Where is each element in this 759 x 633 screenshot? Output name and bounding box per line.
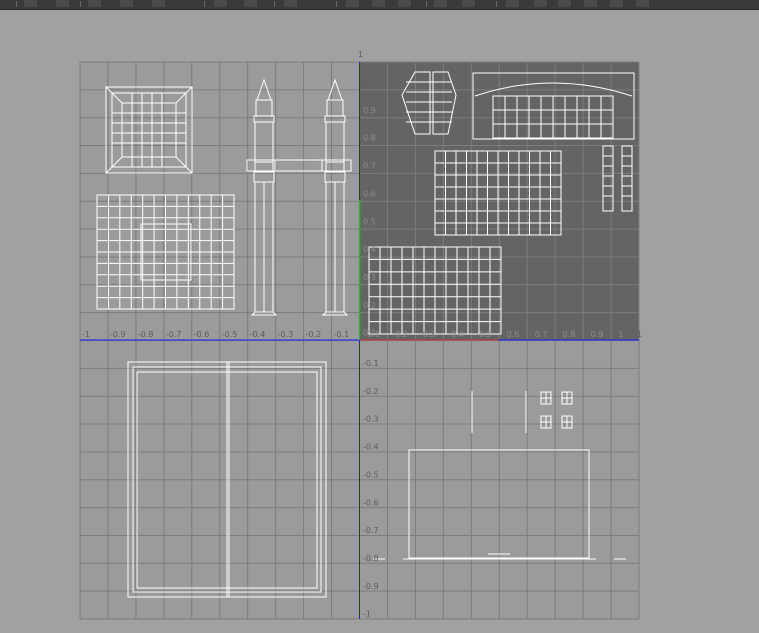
axis-tick-label: 0.9 bbox=[591, 330, 604, 339]
axis-tick-label: 0.3 bbox=[363, 273, 376, 282]
axis-tick-label: 0.4 bbox=[363, 245, 376, 254]
axis-tick-label: 0.9 bbox=[363, 106, 376, 115]
axis-tick-label: -0.7 bbox=[363, 526, 379, 535]
axis-tick-label: 0.8 bbox=[563, 330, 576, 339]
axis-tick-label: 0.2 bbox=[363, 301, 376, 310]
axis-tick-label: 0.6 bbox=[507, 330, 520, 339]
toolbar-separator bbox=[496, 1, 497, 7]
axis-tick-label: -1 bbox=[82, 330, 90, 339]
toolbar-separator bbox=[16, 1, 17, 7]
axis-tick-label: -0.4 bbox=[363, 443, 379, 452]
uv-layout-icon[interactable] bbox=[88, 0, 101, 7]
axis-tick-label: 0.7 bbox=[363, 162, 376, 171]
axis-tick-label: -0.3 bbox=[363, 415, 379, 424]
uv-move-icon[interactable] bbox=[56, 0, 69, 7]
axis-tick-label: 0.5 bbox=[363, 217, 376, 226]
uv-border-icon[interactable] bbox=[534, 0, 547, 7]
axis-tick-label: 1 bbox=[637, 330, 642, 339]
axis-tick-label: -0.7 bbox=[166, 330, 182, 339]
toolbar-separator bbox=[80, 1, 81, 7]
uv-align-icon[interactable] bbox=[244, 0, 257, 7]
uv-texture-icon[interactable] bbox=[506, 0, 519, 7]
uv-ramp-icon[interactable] bbox=[434, 0, 447, 7]
axis-tick-label: -0.6 bbox=[194, 330, 210, 339]
axis-tick-label: -0.6 bbox=[363, 498, 379, 507]
toolbar-separator bbox=[204, 1, 205, 7]
toolbar-separator bbox=[336, 1, 337, 7]
axis-tick-label: 0.4 bbox=[451, 330, 464, 339]
axis-tick-label: 1 bbox=[358, 50, 363, 59]
axis-tick-label: -1 bbox=[363, 610, 371, 619]
axis-tick-label: -0.8 bbox=[363, 554, 379, 563]
uv-flip-v-icon[interactable] bbox=[152, 0, 165, 7]
uv-dim-icon[interactable] bbox=[558, 0, 571, 7]
uv-flip-u-icon[interactable] bbox=[120, 0, 133, 7]
uv-unfold-icon[interactable] bbox=[214, 0, 227, 7]
axis-tick-label: -0.5 bbox=[222, 330, 238, 339]
axis-tick-label: -0.2 bbox=[306, 330, 322, 339]
axis-tick-label: -0.5 bbox=[363, 470, 379, 479]
axis-tick-label: -0.3 bbox=[278, 330, 294, 339]
toolbar-separator bbox=[274, 1, 275, 7]
uv-texture-editor[interactable]: -1 -0.9 -0.8 -0.7 -0.6 -0.5 -0.4 -0.3 -0.2 -0.1 0.… bbox=[0, 10, 759, 633]
axis-tick-label: -0.8 bbox=[138, 330, 154, 339]
uv-render-icon[interactable] bbox=[462, 0, 475, 7]
axis-tick-label: 0.7 bbox=[535, 330, 548, 339]
axis-tick-label: -0.1 bbox=[334, 330, 350, 339]
uv-viewport[interactable]: -1 -0.9 -0.8 -0.7 -0.6 -0.5 -0.4 -0.3 -0.2 -0.1 0.… bbox=[0, 10, 759, 633]
uv-checker-icon[interactable] bbox=[346, 0, 359, 7]
uv-shaded-icon[interactable] bbox=[372, 0, 385, 7]
uv-highlight-icon[interactable] bbox=[636, 0, 649, 7]
uv-snap-icon[interactable] bbox=[24, 0, 37, 7]
axis-tick-label: 1 bbox=[619, 330, 624, 339]
axis-tick-label: 0.3 bbox=[423, 330, 436, 339]
axis-tick-label: 1 bbox=[363, 78, 368, 87]
axis-tick-label: -0.4 bbox=[250, 330, 266, 339]
axis-tick-label: 0.5 bbox=[479, 330, 492, 339]
axis-tick-label: 0.1 bbox=[363, 329, 376, 338]
uv-color-icon[interactable] bbox=[398, 0, 411, 7]
axis-tick-label: -0.1 bbox=[363, 359, 379, 368]
uv-editor-toolbar bbox=[0, 0, 759, 10]
uv-image-icon[interactable] bbox=[284, 0, 297, 7]
axis-tick-label: 0.6 bbox=[363, 189, 376, 198]
axis-tick-label: -0.9 bbox=[363, 582, 379, 591]
axis-tick-label: -0.2 bbox=[363, 387, 379, 396]
axis-tick-label: -0.9 bbox=[110, 330, 126, 339]
axis-tick-label: 0.8 bbox=[363, 134, 376, 143]
axis-tick-label: 0.2 bbox=[395, 330, 408, 339]
toolbar-separator bbox=[426, 1, 427, 7]
uv-grid-icon[interactable] bbox=[584, 0, 597, 7]
uv-pixel-snap-icon[interactable] bbox=[610, 0, 623, 7]
